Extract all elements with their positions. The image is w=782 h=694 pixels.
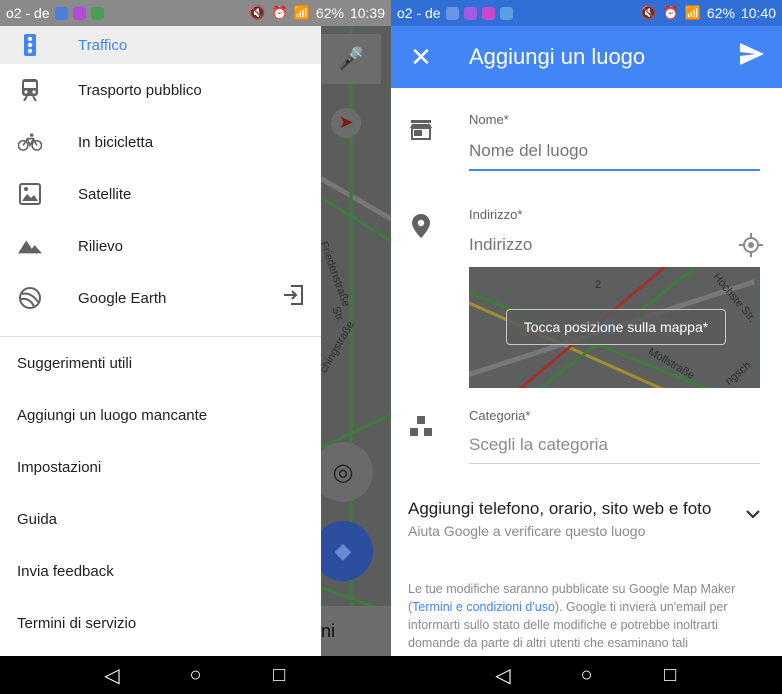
compass-icon[interactable]: ➤ <box>331 108 361 138</box>
drawer-link-feedback[interactable]: Invia feedback <box>0 545 321 597</box>
category-icon <box>409 414 433 438</box>
my-location-button[interactable]: ◎ <box>313 442 373 502</box>
left-screen: o2 - de 🔇 ⏰ 📶 62% 10:39 Friedenstraße St… <box>0 0 391 694</box>
navigation-drawer: Traffico Trasporto pubblico In biciclett… <box>0 26 321 656</box>
location-pin-icon <box>409 214 433 238</box>
drawer-link-help[interactable]: Guida <box>0 493 321 545</box>
right-screen: o2 - de 🔇 ⏰ 📶 62% 10:40 ✕ Aggiungi un lu… <box>391 0 782 694</box>
tap-map-hint[interactable]: Tocca posizione sulla mappa* <box>506 309 726 345</box>
drawer-link-add-missing-place[interactable]: Aggiungi un luogo mancante <box>0 389 321 441</box>
home-icon[interactable]: ○ <box>571 664 601 687</box>
store-icon <box>409 118 433 142</box>
carrier-label: o2 - de <box>6 5 50 21</box>
place-name-input[interactable] <box>469 141 759 161</box>
crosshair-icon: ◎ <box>332 458 354 486</box>
drawer-item-satellite[interactable]: Satellite <box>0 168 321 220</box>
street-label: Friedenstraße <box>321 239 353 309</box>
exit-app-icon <box>283 285 303 311</box>
wifi-icon: 📶 <box>293 5 310 20</box>
alarm-icon: ⏰ <box>662 5 679 20</box>
google-earth-icon <box>18 286 42 310</box>
page-title: Aggiungi un luogo <box>469 44 646 69</box>
address-label: Indirizzo* <box>469 207 523 222</box>
microphone-icon: 🎤 <box>337 46 365 71</box>
add-details-subtitle: Aiuta Google a verificare questo luogo <box>408 523 646 539</box>
close-icon[interactable]: ✕ <box>391 42 451 73</box>
clock: 10:40 <box>740 5 776 21</box>
drawer-link-settings[interactable]: Impostazioni <box>0 441 321 493</box>
drawer-item-bicycle[interactable]: In bicicletta <box>0 116 321 168</box>
category-label: Categoria* <box>469 408 531 423</box>
recents-icon[interactable]: □ <box>655 664 685 687</box>
address-input[interactable] <box>469 235 729 255</box>
voice-search-button[interactable]: 🎤 <box>321 34 381 84</box>
terms-link[interactable]: Termini e condizioni d'uso <box>412 600 555 614</box>
status-bar: o2 - de 🔇 ⏰ 📶 62% 10:40 <box>391 0 782 26</box>
category-selector[interactable]: Scegli la categoria <box>469 435 759 455</box>
battery-label: 62% <box>706 5 735 21</box>
status-bar: o2 - de 🔇 ⏰ 📶 62% 10:39 <box>0 0 391 26</box>
drawer-link-terms[interactable]: Termini di servizio <box>0 597 321 649</box>
category-underline <box>469 463 760 464</box>
send-icon[interactable] <box>740 42 764 72</box>
drawer-item-label: Google Earth <box>78 289 167 307</box>
gps-locate-icon[interactable] <box>739 233 763 262</box>
bottom-sheet-text: ni <box>321 621 336 641</box>
system-nav-bar: ◁ ○ □ <box>391 656 782 694</box>
directions-icon: ◆ <box>334 538 352 563</box>
street-label: ngsch <box>723 359 754 388</box>
mute-icon: 🔇 <box>640 5 657 20</box>
notification-app-icon <box>54 6 68 20</box>
bicycle-icon <box>18 130 42 154</box>
mute-icon: 🔇 <box>249 5 266 20</box>
notification-app-icon <box>463 6 477 20</box>
name-underline <box>469 169 760 171</box>
drawer-item-traffic[interactable]: Traffico <box>0 26 321 64</box>
app-bar: ✕ Aggiungi un luogo <box>391 26 782 88</box>
map-bottom-sheet[interactable]: ni <box>321 606 391 656</box>
drawer-item-terrain[interactable]: Rilievo <box>0 220 321 272</box>
drawer-item-label: Traffico <box>78 36 128 54</box>
chevron-down-icon[interactable] <box>746 506 760 524</box>
satellite-image-icon <box>18 182 42 206</box>
notification-app-icon <box>445 6 459 20</box>
street-label: Mollstraße <box>646 345 697 382</box>
drawer-item-google-earth[interactable]: Google Earth <box>0 272 321 324</box>
drawer-item-label: Trasporto pubblico <box>78 81 202 99</box>
home-icon[interactable]: ○ <box>180 664 210 687</box>
system-nav-bar: ◁ ○ □ <box>0 656 391 694</box>
traffic-icon <box>18 33 42 57</box>
directions-button[interactable]: ◆ <box>313 521 373 581</box>
carrier-label: o2 - de <box>397 5 441 21</box>
add-details-title[interactable]: Aggiungi telefono, orario, sito web e fo… <box>408 499 711 519</box>
terrain-icon <box>18 234 42 258</box>
recents-icon[interactable]: □ <box>264 664 294 687</box>
location-map-preview[interactable]: Höchste Str. Mollstraße ngsch 2 Tocca po… <box>469 267 760 388</box>
play-store-icon <box>499 6 513 20</box>
battery-label: 62% <box>315 5 344 21</box>
drawer-item-label: In bicicletta <box>78 133 154 151</box>
notification-app-icon <box>72 6 86 20</box>
drawer-item-label: Satellite <box>78 185 132 203</box>
alarm-icon: ⏰ <box>271 5 288 20</box>
clock: 10:39 <box>349 5 385 21</box>
play-store-icon <box>90 6 104 20</box>
legal-notice: Le tue modifiche saranno pubblicate su G… <box>408 580 768 652</box>
name-label: Nome* <box>469 112 509 127</box>
road-number-label: 2 <box>595 279 602 291</box>
drawer-link-tips[interactable]: Suggerimenti utili <box>0 337 321 389</box>
drawer-item-transit[interactable]: Trasporto pubblico <box>0 64 321 116</box>
notification-app-icon <box>481 6 495 20</box>
back-icon[interactable]: ◁ <box>488 663 518 688</box>
wifi-icon: 📶 <box>684 5 701 20</box>
train-icon <box>18 78 42 102</box>
back-icon[interactable]: ◁ <box>97 663 127 688</box>
drawer-item-label: Rilievo <box>78 237 124 255</box>
